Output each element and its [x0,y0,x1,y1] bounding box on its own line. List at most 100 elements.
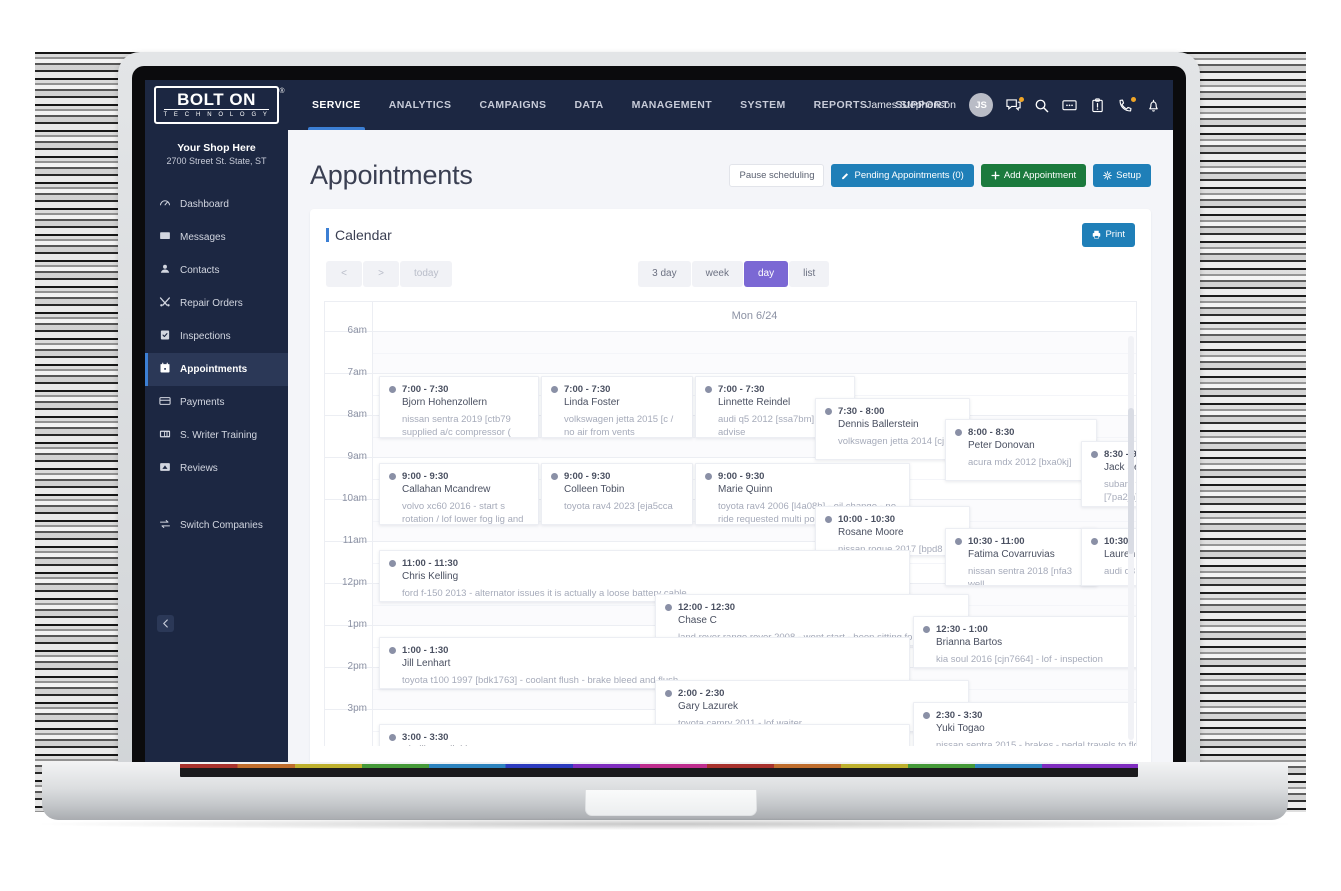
appointment-time: 1:00 - 1:30 [402,644,449,656]
credit-card-icon [159,395,171,410]
sidebar-item-reviews[interactable]: Reviews [145,452,288,485]
print-button[interactable]: Print [1082,223,1135,247]
appointment-customer: Dennis Ballerstein [838,418,919,430]
appointment-time: 7:00 - 7:30 [402,383,449,395]
sidebar-item-inspections[interactable]: Inspections [145,320,288,353]
status-dot [955,428,962,436]
appointment-customer: Bjorn Hohenzollern [402,396,488,408]
nav-item-data[interactable]: DATA [560,80,617,130]
status-dot [825,407,832,415]
calendar-grid: Mon 6/24 6am 7am 8am 9am 10am 11am 12pm … [324,300,1137,746]
today-button[interactable]: today [400,260,453,287]
appointment-chip[interactable]: 10:30 - 11:00 Fatima Covarruvias nissan … [945,527,1097,586]
appointment-time: 9:00 - 9:30 [718,470,765,482]
pause-scheduling-button[interactable]: Pause scheduling [729,163,825,188]
app-body: Your Shop Here 2700 Street St. State, ST… [145,130,1173,770]
appointment-chip[interactable]: 3:00 - 3:30 Phyllis Vasilakis [379,723,910,746]
appointment-chip[interactable]: 9:00 - 9:30 Callahan Mcandrew volvo xc60… [379,462,539,525]
sidebar-item-messages[interactable]: Messages [145,221,288,254]
status-dot [389,472,396,480]
printer-icon [1093,231,1101,239]
logo-main-text: BOLT ON [177,90,256,109]
next-button[interactable]: > [363,260,399,287]
status-dot [705,385,712,393]
sidebar-item-switch-companies[interactable]: Switch Companies [145,509,288,542]
search-icon[interactable] [1034,98,1049,113]
appointment-time: 10:00 - 10:30 [838,513,896,525]
sidebar-item-contacts[interactable]: Contacts [145,254,288,287]
appointment-chip[interactable]: 7:00 - 7:30 Linda Foster volkswagen jett… [541,375,693,438]
button-label: Pending Appointments (0) [854,169,964,181]
status-dot [705,472,712,480]
nav-item-management[interactable]: MANAGEMENT [618,80,726,130]
appointment-time: 12:00 - 12:30 [678,601,736,613]
hour-label: 12pm [341,576,367,588]
hour-label: 9am [347,450,367,462]
appointment-time: 2:30 - 3:30 [936,709,983,721]
pencil-icon [842,173,849,180]
clipboard-check-icon [159,329,171,344]
view-3day-button[interactable]: 3 day [638,260,691,287]
pending-appointments-button[interactable]: Pending Appointments (0) [831,163,974,188]
appointment-description: volkswagen jetta 2015 [c / no air from v… [564,413,674,438]
sidebar-item-sw-training[interactable]: S. Writer Training [145,419,288,452]
hour-label: 7am [347,366,367,378]
appointment-chip[interactable]: 2:30 - 3:30 Yuki Togao nissan sentra 201… [913,701,1136,746]
appointment-time: 8:00 - 8:30 [968,426,1015,438]
page-title: Appointments [310,160,473,190]
status-dot [389,646,396,654]
add-appointment-button[interactable]: Add Appointment [980,163,1087,188]
bell-icon[interactable] [1146,98,1161,113]
appointment-description: kia soul 2016 [cjn7664] - lof - inspecti… [936,653,1103,665]
clipboard-alert-icon[interactable] [1090,97,1105,113]
sidebar-item-dashboard[interactable]: Dashboard [145,188,288,221]
message-icon[interactable] [1062,98,1077,113]
nav-item-campaigns[interactable]: CAMPAIGNS [465,80,560,130]
appointment-time: 2:00 - 2:30 [678,687,725,699]
sidebar-item-appointments[interactable]: Appointments [145,353,288,386]
day-header-label[interactable]: Mon 6/24 [373,302,1136,331]
sidebar-item-payments[interactable]: Payments [145,386,288,419]
status-dot [389,733,396,741]
hour-label: 10am [341,492,367,504]
gear-icon [1103,171,1113,180]
status-dot [389,559,396,567]
appointment-time: 11:00 - 11:30 [402,557,458,569]
appointment-description: nissan sentra 2019 [ctb79 supplied a/c c… [402,413,511,438]
plus-icon [991,171,1000,180]
avatar[interactable]: JS [969,93,993,117]
appointment-customer: Colleen Tobin [564,483,625,495]
nav-item-system[interactable]: SYSTEM [726,80,800,130]
sidebar: Your Shop Here 2700 Street St. State, ST… [145,130,288,770]
appointment-time: 9:00 - 9:30 [564,470,611,482]
calendar-vertical-scrollbar[interactable] [1128,335,1134,740]
calendar-title: Calendar [326,227,392,243]
person-icon [159,263,171,278]
button-label: Add Appointment [1003,169,1077,181]
keyboard-color-strip [180,764,1138,768]
appointment-chip[interactable]: 7:00 - 7:30 Bjorn Hohenzollern nissan se… [379,375,539,438]
scrollbar-thumb[interactable] [1128,408,1134,554]
prev-button[interactable]: < [326,260,362,287]
setup-button[interactable]: Setup [1093,163,1151,188]
phone-icon[interactable] [1118,96,1136,113]
appointment-chip[interactable]: 12:30 - 1:00 Brianna Bartos kia soul 201… [913,615,1136,668]
nav-item-service[interactable]: SERVICE [298,80,375,130]
brand-logo[interactable]: BOLT ON T E C H N O L O G Y ® [145,80,288,130]
appointment-chip[interactable]: 9:00 - 9:30 Colleen Tobin toyota rav4 20… [541,462,693,525]
hour-label: 3pm [347,702,367,714]
appointment-customer: Fatima Covarruvias [968,548,1055,560]
sidebar-collapse-button[interactable] [157,615,174,632]
chat-bubbles-icon[interactable] [1006,96,1024,113]
sidebar-item-label: Dashboard [180,199,229,210]
hour-label: 8am [347,408,367,420]
appointment-customer: Callahan Mcandrew [402,483,491,495]
sidebar-item-repair-orders[interactable]: Repair Orders [145,287,288,320]
view-day-button[interactable]: day [743,260,789,287]
appointment-description: acura mdx 2012 [bxa0kj] [968,456,1072,468]
view-week-button[interactable]: week [691,260,743,287]
sidebar-item-label: Inspections [180,331,231,342]
nav-item-analytics[interactable]: ANALYTICS [375,80,466,130]
appointment-chip[interactable]: 8:00 - 8:30 Peter Donovan acura mdx 2012… [945,418,1097,481]
view-list-button[interactable]: list [789,260,830,287]
